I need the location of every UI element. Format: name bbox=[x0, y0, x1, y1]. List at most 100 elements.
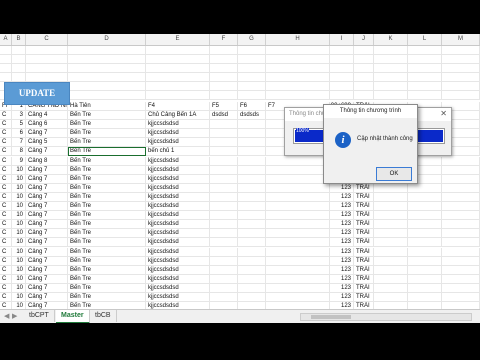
cell[interactable]: Cảng 6 bbox=[26, 120, 68, 130]
cell[interactable] bbox=[238, 202, 266, 211]
column-header-c[interactable]: C bbox=[26, 34, 68, 45]
cell[interactable]: Cảng 5 bbox=[26, 138, 68, 148]
cell[interactable] bbox=[374, 91, 408, 100]
cell[interactable]: Cảng 7 bbox=[26, 129, 68, 139]
cell[interactable]: Cảng 7 bbox=[26, 211, 68, 221]
cell[interactable] bbox=[68, 46, 146, 55]
column-header-g[interactable]: G bbox=[238, 34, 266, 45]
cell[interactable] bbox=[238, 174, 266, 184]
update-button[interactable]: UPDATE bbox=[4, 82, 70, 105]
cell[interactable]: Bến Tre bbox=[68, 183, 146, 193]
cell[interactable] bbox=[68, 91, 146, 100]
cell[interactable]: 10 bbox=[12, 274, 26, 284]
cell[interactable]: F6 bbox=[238, 102, 266, 111]
cell[interactable]: 10 bbox=[12, 220, 26, 230]
cell[interactable] bbox=[238, 120, 266, 130]
cell[interactable]: kjjccsdsdsd bbox=[146, 120, 210, 130]
cell[interactable] bbox=[210, 256, 238, 266]
cell[interactable] bbox=[26, 55, 68, 64]
cell[interactable] bbox=[238, 46, 266, 55]
cell[interactable]: 10 bbox=[12, 265, 26, 275]
cell[interactable] bbox=[12, 55, 26, 64]
cell[interactable] bbox=[146, 46, 210, 55]
cell[interactable]: C bbox=[0, 274, 12, 284]
cell[interactable]: kjjccsdsdsd bbox=[146, 202, 210, 211]
cell[interactable] bbox=[354, 46, 374, 55]
cell[interactable]: Bến Tre bbox=[68, 293, 146, 302]
cell[interactable] bbox=[266, 256, 330, 266]
cell[interactable]: 123 bbox=[330, 247, 354, 257]
cell[interactable] bbox=[210, 183, 238, 193]
cell[interactable]: C bbox=[0, 220, 12, 230]
cell[interactable] bbox=[374, 64, 408, 73]
cell[interactable] bbox=[26, 64, 68, 73]
cell[interactable] bbox=[374, 202, 408, 211]
cell[interactable] bbox=[210, 293, 238, 302]
cell[interactable]: C bbox=[0, 138, 12, 148]
cell[interactable] bbox=[442, 238, 480, 248]
cell[interactable]: 5 bbox=[12, 120, 26, 130]
scroll-thumb[interactable] bbox=[311, 315, 351, 319]
cell[interactable] bbox=[68, 55, 146, 64]
cell[interactable] bbox=[266, 293, 330, 302]
cell[interactable] bbox=[374, 238, 408, 248]
cell[interactable]: C bbox=[0, 147, 12, 157]
cell[interactable] bbox=[238, 129, 266, 139]
cell[interactable]: Cảng 7 bbox=[26, 220, 68, 230]
cell[interactable] bbox=[354, 91, 374, 100]
cell[interactable]: kjjccsdsdsd bbox=[146, 283, 210, 293]
cell[interactable] bbox=[266, 55, 330, 64]
cell[interactable] bbox=[266, 265, 330, 275]
cell[interactable] bbox=[408, 256, 442, 266]
cell[interactable]: kjjccsdsdsd bbox=[146, 183, 210, 193]
cell[interactable]: TRẢI bbox=[354, 256, 374, 266]
cell[interactable] bbox=[146, 91, 210, 100]
cell[interactable] bbox=[442, 64, 480, 73]
cell[interactable] bbox=[238, 238, 266, 248]
cell[interactable] bbox=[26, 46, 68, 55]
cell[interactable] bbox=[238, 192, 266, 202]
cell[interactable] bbox=[210, 229, 238, 239]
cell[interactable]: Cảng 7 bbox=[26, 256, 68, 266]
cell[interactable]: C bbox=[0, 202, 12, 211]
cell[interactable] bbox=[408, 192, 442, 202]
cell[interactable] bbox=[374, 283, 408, 293]
cell[interactable] bbox=[238, 73, 266, 82]
cell[interactable] bbox=[408, 82, 442, 91]
cell[interactable] bbox=[354, 73, 374, 82]
cell[interactable] bbox=[68, 64, 146, 73]
cell[interactable]: kjjccsdsdsd bbox=[146, 238, 210, 248]
cell[interactable]: 10 bbox=[12, 192, 26, 202]
cell[interactable] bbox=[442, 82, 480, 91]
cell[interactable] bbox=[442, 283, 480, 293]
cell[interactable] bbox=[408, 202, 442, 211]
cell[interactable] bbox=[266, 82, 330, 91]
cell[interactable] bbox=[238, 91, 266, 100]
cell[interactable] bbox=[408, 229, 442, 239]
cell[interactable]: kjjccsdsdsd bbox=[146, 274, 210, 284]
cell[interactable] bbox=[374, 192, 408, 202]
cell[interactable]: 123 bbox=[330, 274, 354, 284]
cell[interactable] bbox=[374, 256, 408, 266]
cell[interactable]: Bến Tre bbox=[68, 211, 146, 221]
cell[interactable] bbox=[210, 138, 238, 148]
cell[interactable]: C bbox=[0, 120, 12, 130]
cell[interactable] bbox=[12, 64, 26, 73]
cell[interactable] bbox=[442, 293, 480, 302]
cell[interactable] bbox=[266, 229, 330, 239]
cell[interactable] bbox=[266, 64, 330, 73]
cell[interactable]: TRẢI bbox=[354, 283, 374, 293]
cell[interactable]: 123 bbox=[330, 192, 354, 202]
cell[interactable]: 7 bbox=[12, 138, 26, 148]
cell[interactable]: 123 bbox=[330, 283, 354, 293]
cell[interactable]: Cảng 7 bbox=[26, 147, 68, 157]
cell[interactable]: Cảng 7 bbox=[26, 293, 68, 302]
cell[interactable] bbox=[442, 91, 480, 100]
cell[interactable]: C bbox=[0, 293, 12, 302]
cell[interactable]: bến chủ 1 bbox=[146, 147, 210, 157]
cell[interactable]: 3 bbox=[12, 111, 26, 120]
cell[interactable]: Bến Tre bbox=[68, 120, 146, 130]
cell[interactable]: Bến Tre bbox=[68, 174, 146, 184]
cell[interactable] bbox=[408, 183, 442, 193]
cell[interactable] bbox=[210, 247, 238, 257]
